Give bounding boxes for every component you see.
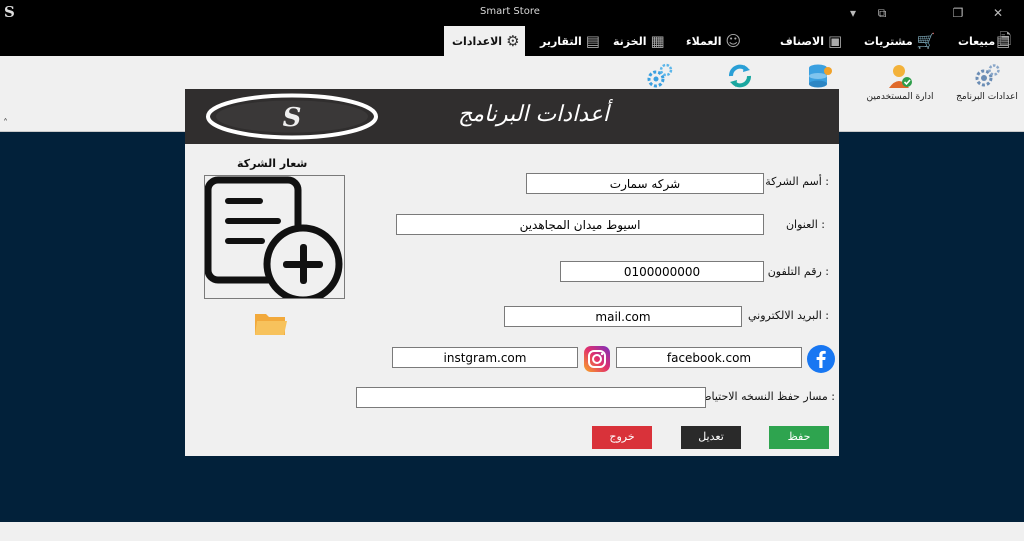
person-icon: ☺ — [725, 32, 742, 50]
sales-icon: 🗎 — [999, 29, 1012, 48]
window-title: Smart Store — [480, 6, 540, 17]
box-icon: ▣ — [828, 32, 843, 50]
tab-items[interactable]: الاصناف ▣ — [780, 26, 842, 56]
tab-safe[interactable]: الخزنة ▦ — [613, 26, 665, 56]
title-bar: S Smart Store ▾ ⧉ ❐ ✕ — [0, 0, 1024, 26]
gears-icon — [646, 62, 674, 90]
cart-icon: 🛒 — [916, 32, 936, 50]
ribbon-button-label: ادارة المستخدمين — [866, 92, 934, 102]
dialog-title: أعدادات البرنامج — [458, 102, 609, 127]
gear-icon: ⚙ — [506, 32, 520, 50]
user-management-icon — [886, 62, 914, 90]
safe-icon: ▦ — [650, 32, 665, 50]
facebook-icon[interactable] — [806, 344, 836, 374]
program-settings-button[interactable]: اعدادات البرنامج — [956, 56, 1018, 118]
email-label: البريد الالكتروني : — [747, 309, 829, 322]
dialog-header: S أعدادات البرنامج — [185, 89, 839, 144]
phone-input[interactable] — [560, 261, 764, 282]
tab-label: مبيعات — [958, 34, 996, 48]
add-document-icon — [205, 176, 343, 298]
tab-label: الخزنة — [613, 34, 647, 48]
facebook-input[interactable] — [616, 347, 802, 368]
tab-label: العملاء — [686, 34, 722, 48]
ribbon-button-label: اعدادات البرنامج — [956, 92, 1018, 102]
instagram-input[interactable] — [392, 347, 578, 368]
company-logo-caption: شعار الشركة — [237, 157, 308, 170]
address-input[interactable] — [396, 214, 764, 235]
company-name-label: أسم الشركة : — [765, 175, 829, 188]
logo-letter: S — [283, 103, 302, 133]
tab-sales[interactable]: مبيعات 🗎 — [958, 26, 1011, 56]
tab-customers[interactable]: العملاء ☺ — [686, 26, 741, 56]
tab-label: التقارير — [540, 34, 582, 48]
settings-dialog: S أعدادات البرنامج أسم الشركة : العنوان … — [185, 89, 839, 456]
close-button[interactable]: ✕ — [978, 0, 1018, 26]
app-logo-icon: S — [4, 3, 15, 21]
status-bar — [0, 522, 1024, 541]
ribbon-tabs: ▤ مبيعات 🗎 مشتريات 🛒 الاصناف ▣ العملاء ☺… — [0, 26, 1024, 56]
company-name-input[interactable] — [526, 173, 764, 194]
save-button[interactable]: حفظ — [769, 426, 829, 449]
tab-purchases[interactable]: مشتريات 🛒 — [864, 26, 935, 56]
edit-button[interactable]: تعديل — [681, 426, 741, 449]
maximize-button[interactable]: ❐ — [938, 0, 978, 26]
address-label: العنوان : — [785, 218, 825, 231]
user-management-button[interactable]: ادارة المستخدمين — [864, 56, 936, 118]
store-logo-icon: S — [206, 93, 378, 140]
tab-label: مشتريات — [864, 34, 913, 48]
database-icon — [806, 62, 834, 90]
backup-path-label: مسار حفظ النسخه الاحتياطية : — [693, 390, 836, 403]
refresh-icon — [726, 62, 754, 90]
backup-path-input[interactable] — [356, 387, 706, 408]
tab-settings[interactable]: الاعدادات ⚙ — [444, 26, 525, 56]
ribbon-collapse-icon[interactable]: ˄ — [3, 118, 8, 129]
reports-icon: ▤ — [585, 32, 600, 50]
phone-label: رقم التلفون : — [767, 265, 829, 278]
instagram-icon[interactable] — [583, 345, 611, 373]
email-input[interactable] — [504, 306, 742, 327]
tab-reports[interactable]: التقارير ▤ — [540, 26, 600, 56]
tab-label: الاصناف — [780, 34, 824, 48]
browse-folder-icon[interactable] — [254, 311, 288, 337]
exit-button[interactable]: خروج — [592, 426, 652, 449]
tab-label: الاعدادات — [452, 34, 503, 48]
program-settings-icon — [973, 62, 1001, 90]
restore-small-button[interactable]: ⧉ — [862, 0, 902, 26]
company-logo-box[interactable] — [204, 175, 345, 299]
